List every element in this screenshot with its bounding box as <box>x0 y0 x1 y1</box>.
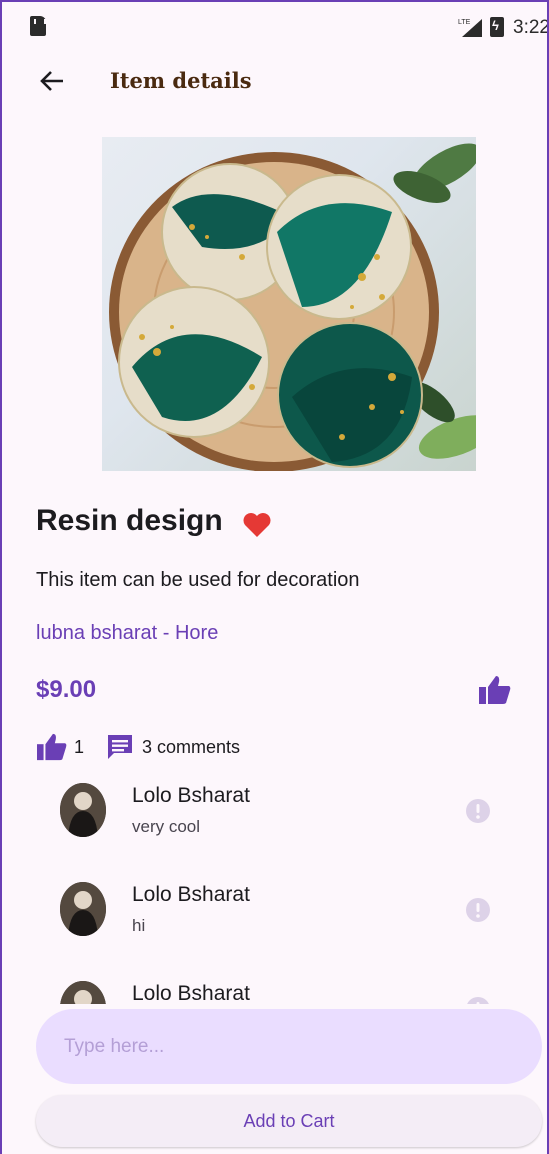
report-icon[interactable] <box>465 798 491 824</box>
add-to-cart-button[interactable]: Add to Cart <box>36 1095 542 1147</box>
status-time: 3:22 <box>513 17 549 38</box>
avatar <box>60 783 106 837</box>
comment-input[interactable] <box>36 1009 542 1084</box>
comments-count: 3 comments <box>142 737 241 757</box>
thumb-up-icon <box>37 733 67 761</box>
avatar <box>60 882 106 936</box>
comment-item: Lolo Bsharat <box>2 970 547 1004</box>
signal-icon: LTE <box>458 19 482 37</box>
seller-link[interactable]: lubna bsharat - Hore <box>36 622 218 645</box>
comment-author: Lolo Bsharat <box>132 982 250 1004</box>
comment-author: Lolo Bsharat <box>132 883 250 906</box>
status-bar: LTE 3:22 <box>2 2 547 50</box>
item-title: Resin design <box>36 504 223 537</box>
item-details-screen: LTE 3:22 Item details <box>0 0 549 1154</box>
item-description: This item can be used for decoration <box>36 569 360 591</box>
report-icon[interactable] <box>465 996 491 1004</box>
comment-input-container <box>36 1009 542 1084</box>
comment-item: Lolo Bsharat hi <box>2 871 547 961</box>
item-image <box>102 137 476 471</box>
comments-list[interactable]: Lolo Bsharat very cool Lolo Bsharat hi L… <box>2 772 547 1004</box>
avatar <box>60 981 106 1004</box>
comment-item: Lolo Bsharat very cool <box>2 772 547 862</box>
item-price: $9.00 <box>36 676 97 703</box>
page-title: Item details <box>110 68 252 93</box>
comment-icon <box>108 735 132 759</box>
comment-text: very cool <box>132 817 201 836</box>
report-icon[interactable] <box>465 897 491 923</box>
back-arrow-icon[interactable] <box>36 66 68 96</box>
app-bar: Item details <box>2 58 547 106</box>
battery-icon <box>490 17 504 37</box>
sim-card-icon <box>30 16 46 36</box>
item-stats: 1 3 comments <box>36 732 336 762</box>
thumb-up-icon[interactable] <box>478 674 512 706</box>
comment-author: Lolo Bsharat <box>132 784 250 807</box>
comment-text: hi <box>132 916 146 935</box>
likes-count: 1 <box>74 737 85 757</box>
heart-icon[interactable] <box>242 512 272 538</box>
network-label: LTE <box>458 19 471 26</box>
